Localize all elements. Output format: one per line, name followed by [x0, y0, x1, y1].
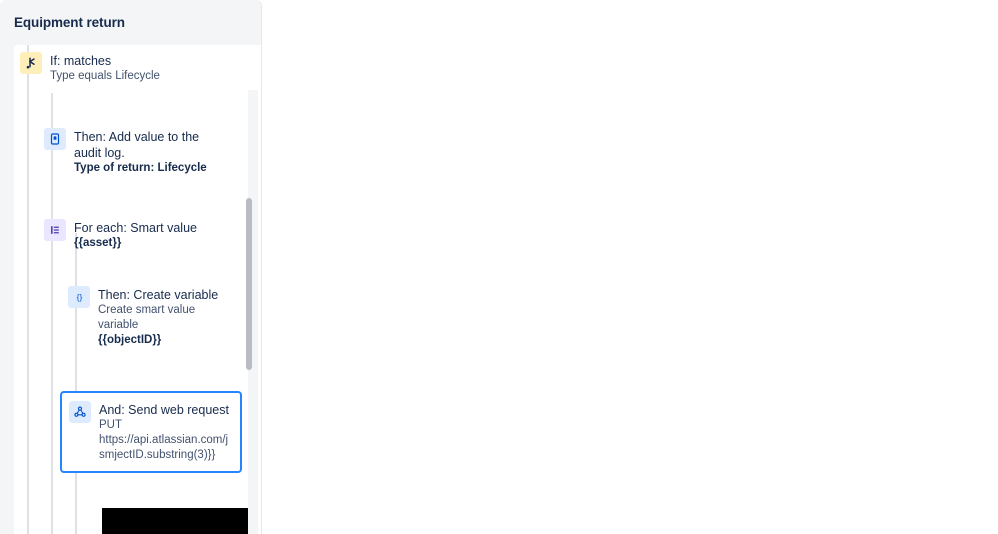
rule-step-if-matches[interactable]: If: matches Type equals Lifecycle: [20, 51, 230, 84]
rule-step-for-each[interactable]: For each: Smart value {{asset}}: [44, 218, 234, 251]
rule-step-method: PUT: [99, 419, 122, 431]
rule-step-text: Then: Create variable Create smart value…: [98, 285, 238, 348]
rule-step-title: And: Send web request: [99, 403, 229, 417]
rule-step-audit-log[interactable]: Then: Add value to the audit log. Type o…: [44, 127, 224, 176]
audit-log-icon: [44, 128, 66, 150]
webhook-icon: [69, 401, 91, 423]
rule-step-url: https://api.atlassian.com/jsmjectID.subs…: [99, 433, 233, 463]
rule-step-create-variable[interactable]: {} Then: Create variable Create smart va…: [68, 285, 238, 348]
rule-panel-scrollbar-track[interactable]: [246, 90, 258, 534]
connector-rail-level2: [75, 233, 77, 534]
rule-step-text: For each: Smart value {{asset}}: [74, 218, 197, 251]
rule-canvas: If: matches Type equals Lifecycle Then: …: [14, 45, 261, 534]
rule-step-title: For each: Smart value: [74, 221, 197, 235]
svg-text:{}: {}: [76, 292, 82, 302]
rule-step-subtitle-bold: {{objectID}}: [98, 334, 162, 346]
app-root: Equipment return If: matches Type equals…: [0, 0, 998, 534]
branch-icon: [20, 52, 42, 74]
rule-builder-panel: Equipment return If: matches Type equals…: [0, 0, 262, 534]
rule-step-subtitle-bold: {{asset}}: [74, 237, 122, 249]
rule-step-subtitle: Create smart value variable: [98, 304, 196, 331]
rule-step-title: If: matches: [50, 54, 112, 68]
redaction-overlay: [102, 508, 252, 534]
rule-title: Equipment return: [14, 15, 125, 30]
rule-step-text: And: Send web request PUT https://api.at…: [99, 400, 233, 463]
rule-step-text: Then: Add value to the audit log. Type o…: [74, 127, 224, 176]
connector-rail-root: [27, 45, 29, 534]
web-request-config-form: · · · ·· ·· Headers (optional) Accept ap…: [500, 0, 998, 534]
rule-step-url-end: jectID.substring(3)}}: [114, 449, 216, 461]
rule-step-text: If: matches Type equals Lifecycle: [50, 51, 160, 84]
rule-panel-scrollbar-thumb[interactable]: [246, 198, 252, 370]
clipped-top-text: · · · ·· ··: [502, 0, 996, 8]
rule-step-subtitle: Type equals Lifecycle: [50, 70, 160, 82]
rule-step-subtitle-bold: Type of return: Lifecycle: [74, 162, 207, 174]
braces-icon: {}: [68, 286, 90, 308]
clipped-top-text-value: · · · ·· ··: [502, 0, 540, 4]
list-icon: [44, 219, 66, 241]
rule-step-title: Then: Add value to the audit log.: [74, 130, 200, 160]
rule-step-send-web-request-selected[interactable]: And: Send web request PUT https://api.at…: [60, 391, 242, 473]
rule-panel-header: Equipment return: [0, 0, 261, 45]
rule-step-title: Then: Create variable: [98, 288, 219, 302]
